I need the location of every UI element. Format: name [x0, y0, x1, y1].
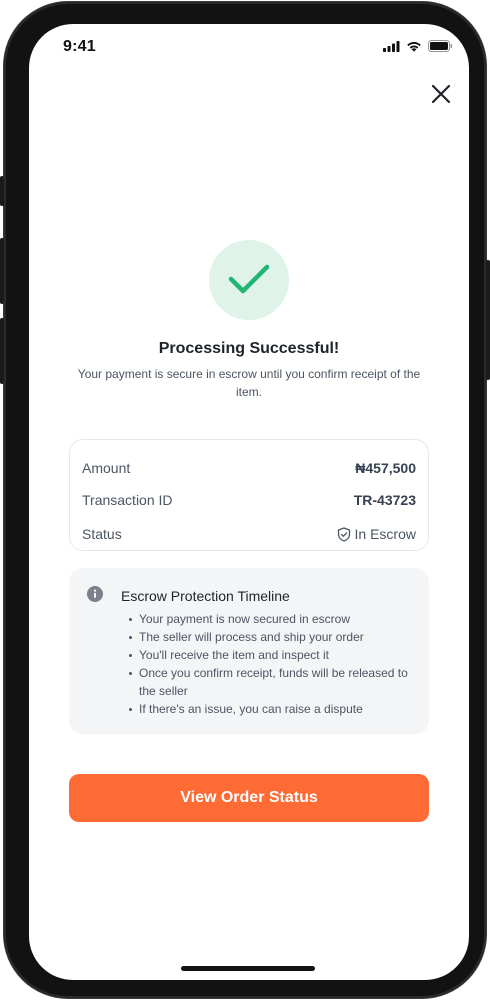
- escrow-timeline-card: Escrow Protection Timeline Your payment …: [69, 568, 429, 734]
- status-label: Status: [82, 526, 122, 542]
- success-message: Your payment is secure in escrow until y…: [77, 367, 421, 399]
- timeline-title: Escrow Protection Timeline: [121, 588, 290, 604]
- status-value: In Escrow: [354, 526, 416, 542]
- phone-frame: 9:41 Processing Successful! Your payment…: [0, 2, 490, 998]
- volume-down-button: [0, 318, 4, 384]
- success-badge: [209, 240, 289, 320]
- transaction-id-value: TR-43723: [353, 492, 416, 508]
- info-icon: [87, 586, 103, 602]
- transaction-id-row: Transaction ID TR-43723: [82, 490, 416, 510]
- timeline-item: Once you confirm receipt, funds will be …: [129, 664, 419, 700]
- success-title: Processing Successful!: [158, 340, 340, 357]
- screen: 9:41 Processing Successful! Your payment…: [29, 24, 469, 980]
- signal-icon: [383, 40, 400, 52]
- status-row: Status In Escrow: [82, 524, 416, 544]
- wifi-icon: [407, 41, 421, 52]
- timeline-item: You'll receive the item and inspect it: [129, 646, 419, 664]
- power-button: [486, 260, 490, 380]
- timeline-list: Your payment is now secured in escrow Th…: [129, 610, 419, 718]
- amount-value: ₦457,500: [355, 460, 416, 476]
- timeline-item: Your payment is now secured in escrow: [129, 610, 419, 628]
- amount-row: Amount ₦457,500: [82, 458, 416, 478]
- close-icon: [431, 84, 451, 104]
- amount-label: Amount: [82, 460, 131, 476]
- volume-up-button: [0, 238, 4, 304]
- transaction-details-card: Amount ₦457,500 Transaction ID TR-43723 …: [69, 439, 429, 551]
- timeline-item: The seller will process and ship your or…: [129, 628, 419, 646]
- view-order-status-button[interactable]: View Order Status: [69, 774, 429, 822]
- timeline-item: If there's an issue, you can raise a dis…: [129, 700, 419, 718]
- transaction-id-label: Transaction ID: [82, 492, 173, 508]
- home-indicator[interactable]: [181, 966, 315, 971]
- shield-check-icon: [337, 526, 350, 542]
- battery-icon: [428, 40, 453, 52]
- checkmark-icon: [228, 264, 270, 294]
- status-icons: [383, 40, 453, 52]
- close-button[interactable]: [427, 80, 455, 108]
- status-badge: In Escrow: [337, 526, 416, 542]
- status-bar: 9:41: [29, 24, 469, 70]
- status-time: 9:41: [63, 38, 96, 55]
- silent-switch: [0, 176, 4, 206]
